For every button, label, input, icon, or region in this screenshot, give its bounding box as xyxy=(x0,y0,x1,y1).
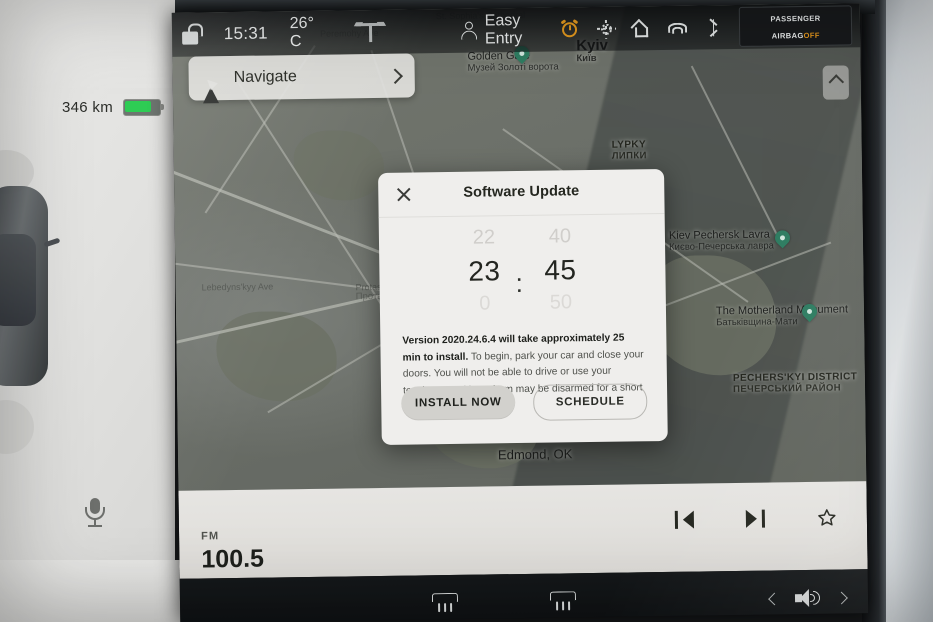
schedule-button[interactable]: SCHEDULE xyxy=(533,383,648,421)
center-touchscreen[interactable]: KyivКиївGolden GateМузей Золоті воротаLY… xyxy=(171,3,869,622)
person-icon xyxy=(461,21,478,40)
outside-temperature: 26° C xyxy=(289,14,315,51)
next-track-icon[interactable] xyxy=(745,509,766,528)
center-console xyxy=(0,560,190,622)
install-now-button[interactable]: INSTALL NOW xyxy=(401,385,516,421)
media-band-label: FM xyxy=(201,530,220,543)
airbag-line-2: AIRBAG xyxy=(771,31,804,41)
lock-icon[interactable] xyxy=(180,23,204,45)
home-icon[interactable] xyxy=(630,18,651,38)
schedule-time-picker[interactable]: 22 23 0 : 40 45 50 xyxy=(379,214,666,326)
bluetooth-icon[interactable] xyxy=(703,18,722,37)
status-icon-tray: PASSENGER AIRBAGOFF xyxy=(560,5,860,49)
media-player-bar[interactable]: FM 100.5 xyxy=(178,481,868,620)
map-label: PECHERS'KYI DISTRICT ПЕЧЕРСЬКИЙ РАЙОН xyxy=(732,371,858,395)
dialog-actions: INSTALL NOW SCHEDULE xyxy=(381,383,667,423)
hour-picker[interactable]: 22 23 0 xyxy=(453,216,517,325)
range-readout: 346 km xyxy=(62,99,164,116)
dialog-header: Software Update xyxy=(378,168,665,218)
tesla-logo-icon[interactable] xyxy=(354,21,387,43)
navigation-arrow-icon xyxy=(202,69,220,103)
speaker-icon[interactable] xyxy=(794,588,821,608)
dialog-title: Software Update xyxy=(463,183,580,201)
settings-gear-icon[interactable] xyxy=(596,19,616,39)
passenger-airbag-status-badge: PASSENGER AIRBAGOFF xyxy=(738,5,853,47)
minute-previous-value[interactable]: 40 xyxy=(529,225,591,249)
wiper-icon[interactable] xyxy=(330,592,344,616)
wifi-icon[interactable] xyxy=(667,18,688,37)
map-pin-lavra[interactable] xyxy=(771,227,794,249)
map-pin-motherland[interactable] xyxy=(798,300,821,323)
car-top-view-icon xyxy=(0,186,48,386)
media-frequency: 100.5 xyxy=(201,544,265,574)
software-update-dialog[interactable]: Software Update 22 23 0 : 40 45 50 Versi… xyxy=(378,168,668,445)
navigate-label: Navigate xyxy=(233,68,297,86)
driver-profile-button[interactable]: Easy Entry xyxy=(461,11,562,48)
tesla-touchscreen-photo: 346 km KyivКиївGold xyxy=(0,0,933,622)
hour-previous-value[interactable]: 22 xyxy=(453,226,515,250)
driver-profile-label: Easy Entry xyxy=(484,11,523,48)
microphone-icon[interactable] xyxy=(84,498,106,528)
front-defrost-icon[interactable] xyxy=(431,592,459,613)
map-label: The Motherland Monument Батьківщина-Мати xyxy=(715,303,849,328)
battery-icon xyxy=(123,99,164,116)
map-label: Lebedyns'kyy Ave xyxy=(201,281,274,293)
map-center-label: Edmond, OK xyxy=(497,446,573,463)
airbag-state: OFF xyxy=(803,30,820,41)
map-label: LYPKY ЛИПКИ xyxy=(611,139,647,162)
chevron-right-icon[interactable] xyxy=(387,67,403,84)
star-icon[interactable] xyxy=(817,508,837,528)
range-value: 346 km xyxy=(62,99,113,116)
chevron-right-icon xyxy=(835,591,848,604)
hour-next-value[interactable]: 0 xyxy=(454,292,516,316)
dashboard-top xyxy=(0,0,175,88)
minute-next-value[interactable]: 50 xyxy=(530,291,592,315)
map-label: Kiev Pechersk Lavra Києво-Печерська лавра xyxy=(668,228,774,253)
volume-control[interactable] xyxy=(768,587,848,608)
minute-picker[interactable]: 40 45 50 xyxy=(529,215,593,324)
media-controls xyxy=(674,508,837,530)
alarm-icon[interactable] xyxy=(560,18,580,39)
rear-defrost-icon[interactable] xyxy=(549,591,577,611)
time-separator: : xyxy=(515,267,524,299)
chevron-up-icon xyxy=(828,74,845,90)
airbag-line-1: PASSENGER xyxy=(770,13,821,24)
chevron-left-icon xyxy=(768,592,781,605)
previous-track-icon[interactable] xyxy=(674,510,695,529)
hour-selected-value[interactable]: 23 xyxy=(453,255,515,288)
navigate-search-bar[interactable]: Navigate xyxy=(188,53,415,103)
media-station-info: FM 100.5 xyxy=(201,530,264,575)
minute-selected-value[interactable]: 45 xyxy=(529,254,591,287)
climate-bar[interactable] xyxy=(179,569,869,622)
clock: 15:31 xyxy=(223,23,268,44)
map-zoom-control[interactable] xyxy=(822,65,850,100)
